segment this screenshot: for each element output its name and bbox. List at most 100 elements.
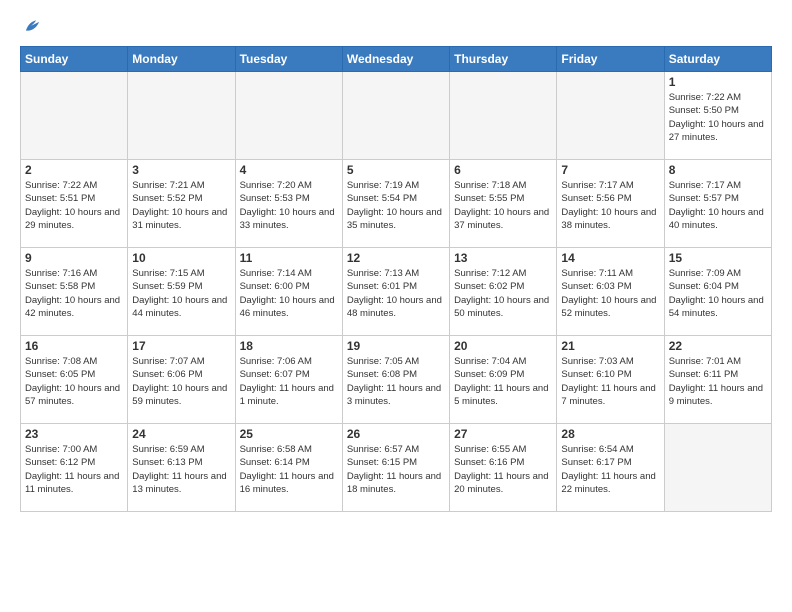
weekday-header-thursday: Thursday: [450, 47, 557, 72]
day-number: 11: [240, 251, 338, 265]
calendar-cell: 15 Sunrise: 7:09 AMSunset: 6:04 PMDayligh…: [664, 248, 771, 336]
day-info: Sunrise: 7:06 AMSunset: 6:07 PMDaylight:…: [240, 355, 338, 408]
calendar-cell: 13 Sunrise: 7:12 AMSunset: 6:02 PMDayligh…: [450, 248, 557, 336]
calendar-cell: 16 Sunrise: 7:08 AMSunset: 6:05 PMDayligh…: [21, 336, 128, 424]
day-number: 13: [454, 251, 552, 265]
day-info: Sunrise: 6:59 AMSunset: 6:13 PMDaylight:…: [132, 443, 230, 496]
day-number: 27: [454, 427, 552, 441]
calendar-cell: 1 Sunrise: 7:22 AMSunset: 5:50 PMDaylight…: [664, 72, 771, 160]
calendar-cell: [342, 72, 449, 160]
day-info: Sunrise: 6:54 AMSunset: 6:17 PMDaylight:…: [561, 443, 659, 496]
day-number: 25: [240, 427, 338, 441]
day-number: 7: [561, 163, 659, 177]
day-info: Sunrise: 7:05 AMSunset: 6:08 PMDaylight:…: [347, 355, 445, 408]
calendar-cell: 18 Sunrise: 7:06 AMSunset: 6:07 PMDayligh…: [235, 336, 342, 424]
day-info: Sunrise: 6:55 AMSunset: 6:16 PMDaylight:…: [454, 443, 552, 496]
calendar-cell: 24 Sunrise: 6:59 AMSunset: 6:13 PMDayligh…: [128, 424, 235, 512]
calendar-cell: 3 Sunrise: 7:21 AMSunset: 5:52 PMDaylight…: [128, 160, 235, 248]
day-number: 20: [454, 339, 552, 353]
day-number: 6: [454, 163, 552, 177]
day-number: 1: [669, 75, 767, 89]
day-number: 9: [25, 251, 123, 265]
calendar-cell: 2 Sunrise: 7:22 AMSunset: 5:51 PMDaylight…: [21, 160, 128, 248]
day-info: Sunrise: 7:18 AMSunset: 5:55 PMDaylight:…: [454, 179, 552, 232]
day-number: 17: [132, 339, 230, 353]
calendar-cell: 11 Sunrise: 7:14 AMSunset: 6:00 PMDayligh…: [235, 248, 342, 336]
weekday-header-monday: Monday: [128, 47, 235, 72]
day-info: Sunrise: 7:17 AMSunset: 5:57 PMDaylight:…: [669, 179, 767, 232]
day-number: 23: [25, 427, 123, 441]
day-number: 4: [240, 163, 338, 177]
calendar-cell: 26 Sunrise: 6:57 AMSunset: 6:15 PMDayligh…: [342, 424, 449, 512]
calendar-cell: 27 Sunrise: 6:55 AMSunset: 6:16 PMDayligh…: [450, 424, 557, 512]
calendar-cell: 21 Sunrise: 7:03 AMSunset: 6:10 PMDayligh…: [557, 336, 664, 424]
weekday-header-saturday: Saturday: [664, 47, 771, 72]
page: SundayMondayTuesdayWednesdayThursdayFrid…: [0, 0, 792, 612]
day-info: Sunrise: 7:07 AMSunset: 6:06 PMDaylight:…: [132, 355, 230, 408]
calendar-cell: [128, 72, 235, 160]
week-row-1: 1 Sunrise: 7:22 AMSunset: 5:50 PMDaylight…: [21, 72, 772, 160]
day-number: 24: [132, 427, 230, 441]
day-info: Sunrise: 7:11 AMSunset: 6:03 PMDaylight:…: [561, 267, 659, 320]
day-number: 18: [240, 339, 338, 353]
weekday-header-friday: Friday: [557, 47, 664, 72]
calendar-cell: 7 Sunrise: 7:17 AMSunset: 5:56 PMDaylight…: [557, 160, 664, 248]
day-info: Sunrise: 7:19 AMSunset: 5:54 PMDaylight:…: [347, 179, 445, 232]
week-row-5: 23Sunrise: 7:00 AMSunset: 6:12 PMDayligh…: [21, 424, 772, 512]
day-number: 26: [347, 427, 445, 441]
calendar-cell: [235, 72, 342, 160]
header: [20, 16, 772, 38]
calendar-cell: 22 Sunrise: 7:01 AMSunset: 6:11 PMDayligh…: [664, 336, 771, 424]
calendar-cell: 25 Sunrise: 6:58 AMSunset: 6:14 PMDayligh…: [235, 424, 342, 512]
calendar-cell: 19 Sunrise: 7:05 AMSunset: 6:08 PMDayligh…: [342, 336, 449, 424]
day-number: 14: [561, 251, 659, 265]
logo: [20, 16, 46, 38]
day-number: 8: [669, 163, 767, 177]
day-number: 2: [25, 163, 123, 177]
day-info: Sunrise: 6:57 AMSunset: 6:15 PMDaylight:…: [347, 443, 445, 496]
day-info: Sunrise: 7:22 AMSunset: 5:50 PMDaylight:…: [669, 91, 767, 144]
day-info: Sunrise: 7:21 AMSunset: 5:52 PMDaylight:…: [132, 179, 230, 232]
weekday-header-row: SundayMondayTuesdayWednesdayThursdayFrid…: [21, 47, 772, 72]
day-number: 22: [669, 339, 767, 353]
day-info: Sunrise: 7:04 AMSunset: 6:09 PMDaylight:…: [454, 355, 552, 408]
day-info: Sunrise: 7:09 AMSunset: 6:04 PMDaylight:…: [669, 267, 767, 320]
calendar-cell: 20 Sunrise: 7:04 AMSunset: 6:09 PMDayligh…: [450, 336, 557, 424]
calendar-cell: 14 Sunrise: 7:11 AMSunset: 6:03 PMDayligh…: [557, 248, 664, 336]
calendar-cell: 23Sunrise: 7:00 AMSunset: 6:12 PMDayligh…: [21, 424, 128, 512]
day-info: Sunrise: 7:20 AMSunset: 5:53 PMDaylight:…: [240, 179, 338, 232]
calendar-cell: 9Sunrise: 7:16 AMSunset: 5:58 PMDaylight…: [21, 248, 128, 336]
calendar-cell: [664, 424, 771, 512]
calendar-cell: [450, 72, 557, 160]
calendar-body: 1 Sunrise: 7:22 AMSunset: 5:50 PMDaylight…: [21, 72, 772, 512]
day-number: 15: [669, 251, 767, 265]
day-number: 5: [347, 163, 445, 177]
weekday-header-sunday: Sunday: [21, 47, 128, 72]
calendar-cell: 17 Sunrise: 7:07 AMSunset: 6:06 PMDayligh…: [128, 336, 235, 424]
weekday-header-tuesday: Tuesday: [235, 47, 342, 72]
day-info: Sunrise: 7:22 AMSunset: 5:51 PMDaylight:…: [25, 179, 123, 232]
calendar-cell: [21, 72, 128, 160]
weekday-header-wednesday: Wednesday: [342, 47, 449, 72]
calendar-cell: 28 Sunrise: 6:54 AMSunset: 6:17 PMDayligh…: [557, 424, 664, 512]
logo-bird-icon: [20, 16, 42, 38]
day-info: Sunrise: 7:03 AMSunset: 6:10 PMDaylight:…: [561, 355, 659, 408]
day-number: 19: [347, 339, 445, 353]
day-info: Sunrise: 7:12 AMSunset: 6:02 PMDaylight:…: [454, 267, 552, 320]
day-info: Sunrise: 7:15 AMSunset: 5:59 PMDaylight:…: [132, 267, 230, 320]
calendar-table: SundayMondayTuesdayWednesdayThursdayFrid…: [20, 46, 772, 512]
week-row-4: 16 Sunrise: 7:08 AMSunset: 6:05 PMDayligh…: [21, 336, 772, 424]
day-number: 3: [132, 163, 230, 177]
day-number: 16: [25, 339, 123, 353]
day-info: Sunrise: 7:01 AMSunset: 6:11 PMDaylight:…: [669, 355, 767, 408]
day-number: 10: [132, 251, 230, 265]
day-number: 21: [561, 339, 659, 353]
day-info: Sunrise: 7:17 AMSunset: 5:56 PMDaylight:…: [561, 179, 659, 232]
calendar-cell: [557, 72, 664, 160]
day-number: 12: [347, 251, 445, 265]
day-info: Sunrise: 7:14 AMSunset: 6:00 PMDaylight:…: [240, 267, 338, 320]
day-info: Sunrise: 7:08 AMSunset: 6:05 PMDaylight:…: [25, 355, 123, 408]
calendar-cell: 12Sunrise: 7:13 AMSunset: 6:01 PMDayligh…: [342, 248, 449, 336]
day-info: Sunrise: 6:58 AMSunset: 6:14 PMDaylight:…: [240, 443, 338, 496]
day-number: 28: [561, 427, 659, 441]
